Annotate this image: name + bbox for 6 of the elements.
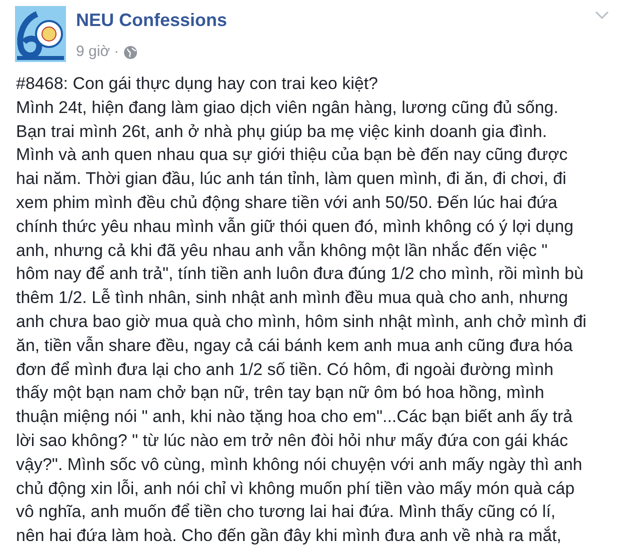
post-text: Mình 24t, hiện đang làm giao dịch viên ngân hàng, lương cũng đủ sống. Bạn trai mình 26t, anh ở nhà phụ giúp ba mẹ việc kinh doanh gia đình. Mình và anh quen nhau qua sự giới thiệu của bạn bè đến nay cũng được hai năm. Thời gian đầu, lúc anh tán tỉnh, làm quen mình, đi ăn, đi chơi, đi xem phim mình đều chủ động share tiền với anh 50/50. Đến lúc hai đứa chính thức yêu nhau mình vẫn giữ thói quen đó, mình không có ý lợi dụng anh, nhưng cả khi đã yêu nhau anh vẫn không một lần nhắc đến việc " hôm nay để anh trả", tính tiền anh luôn đưa đúng 1/2 cho mình, rồi mình bù thêm 1/2. Lễ tình nhân, sinh nhật anh mình đều mua quà cho anh, nhưng anh chưa bao giờ mua quà cho mình, hôm sinh nhật mình, anh chở mình đi ăn, tiền vẫn share đều, ngay cả cái bánh kem anh mua anh cũng đưa hóa đơn để mình đưa lại cho anh 1/2 số tiền. Có hôm, đi ngoài đường mình thấy một bạn nam chở bạn nữ, trên tay bạn nữ ôm bó hoa hồng, mình thuận miệng nói " anh, khi nào tặng hoa cho em"...Các bạn biết anh ấy trả lời sao không? " từ lúc nào em trở nên đòi hỏi như mấy đứa con gái khác vậy?". Mình sốc vô cùng, mình không nói chuyện với anh mấy ngày thì anh chủ động xin lỗi, anh nói chỉ vì không muốn phí tiền vào mấy món quà cáp vô nghĩa, anh muốn để tiền cho tương lai hai đứa. Mình thấy cũng có lí, nên hai đứa làm hoà. Cho đến gần đây khi mình đưa anh về nhà ra mắt, [16,96,586,548]
globe-icon [124,46,138,58]
page-name-link[interactable]: NEU Confessions [76,9,228,31]
logo-icon[interactable] [15,6,66,62]
post-title: #8468: Con gái thực dụng hay con trai keo kiệt? [16,73,378,95]
separator-dot: · [114,43,120,61]
